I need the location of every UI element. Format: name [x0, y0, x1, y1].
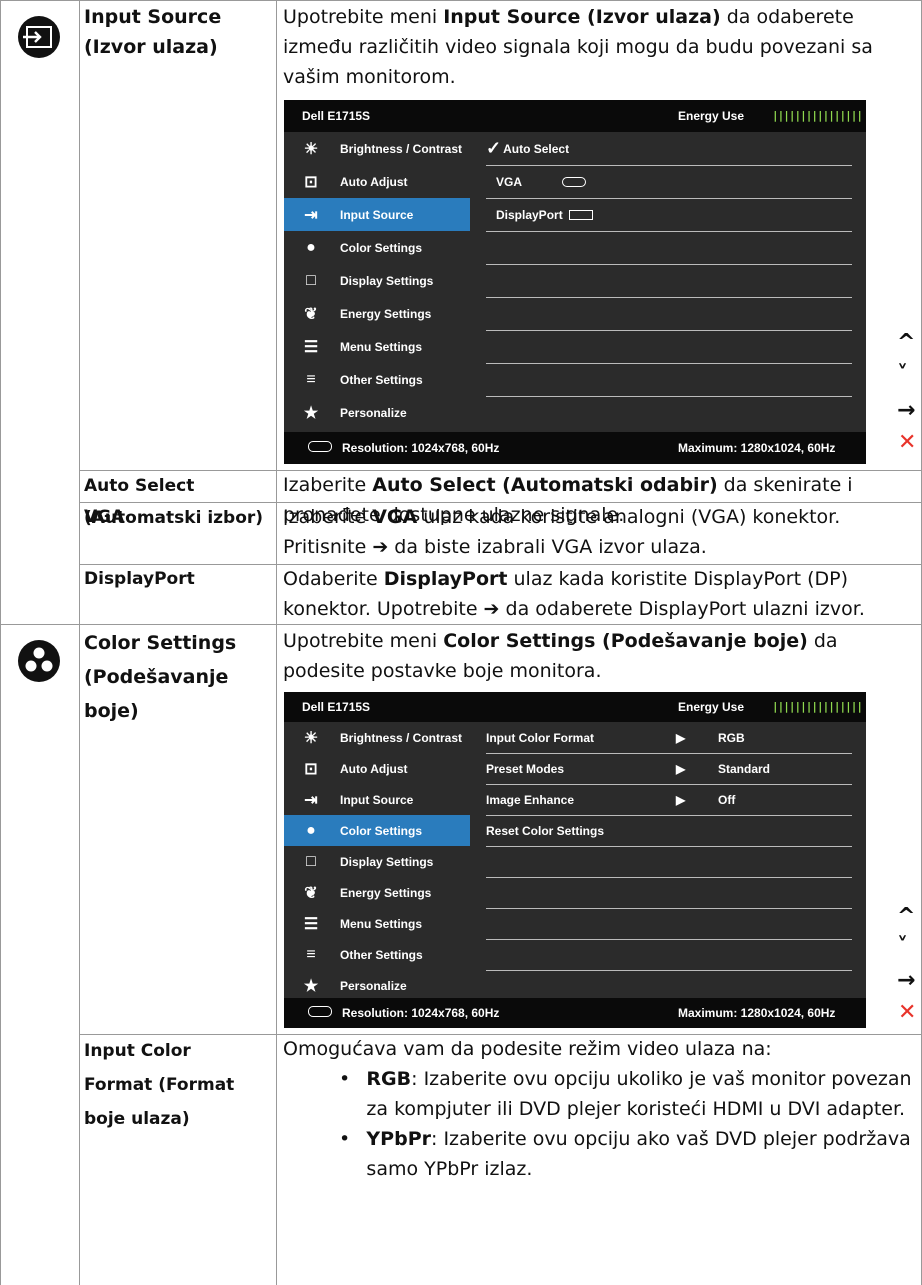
- option-displayport[interactable]: DisplayPort: [486, 198, 852, 232]
- row-preset-modes[interactable]: Preset Modes ▶ Standard: [486, 753, 852, 785]
- vga-icon: [308, 441, 332, 452]
- osd-menu-energy-settings[interactable]: ❦ Energy Settings: [284, 877, 470, 908]
- display-icon: □: [306, 271, 316, 289]
- osd-menu-color-settings[interactable]: ● Color Settings: [284, 231, 470, 264]
- row-image-enhance[interactable]: Image Enhance ▶ Off: [486, 784, 852, 816]
- osd-menu-display-settings[interactable]: □ Display Settings: [284, 846, 470, 877]
- color-dots-icon: ●: [306, 821, 316, 839]
- option-vga[interactable]: VGA: [486, 165, 852, 199]
- maximum-text: Maximum: 1280x1024, 60Hz: [678, 441, 836, 455]
- osd-menu-personalize[interactable]: ★ Personalize: [284, 970, 470, 1001]
- vga-description: Izaberite VGA ulaz kada koristite analog…: [283, 506, 841, 558]
- osd-color-settings: Dell E1715S Energy Use |||||||||||||||| …: [284, 692, 866, 1028]
- menu-icon: ☰: [303, 338, 319, 356]
- caret-icon: ▶: [676, 761, 686, 776]
- osd-model: Dell E1715S: [302, 109, 371, 123]
- osd-menu-other-settings[interactable]: ≡ Other Settings: [284, 939, 470, 970]
- caret-icon: ▶: [676, 730, 686, 745]
- osd-menu-brightness[interactable]: ☀ Brightness / Contrast: [284, 132, 470, 165]
- down-icon[interactable]: ˅: [897, 934, 908, 959]
- osd-menu-brightness[interactable]: ☀ Brightness / Contrast: [284, 722, 470, 753]
- displayport-label: DisplayPort: [84, 569, 195, 589]
- osd-model: Dell E1715S: [302, 700, 371, 714]
- input-source-description: Upotrebite meni Input Source (Izvor ulaz…: [283, 6, 873, 88]
- leaf-icon: ❦: [304, 884, 318, 902]
- resolution-text: Resolution: 1024x768, 60Hz: [342, 1006, 500, 1020]
- row-input-color-format[interactable]: Input Color Format ▶ RGB: [486, 722, 852, 754]
- sliders-icon: ≡: [306, 370, 316, 388]
- osd-menu-display-settings[interactable]: □ Display Settings: [284, 264, 470, 297]
- auto-adjust-icon: ⊡: [304, 760, 318, 778]
- close-icon[interactable]: ✕: [898, 430, 916, 455]
- osd-menu-menu-settings[interactable]: ☰ Menu Settings: [284, 908, 470, 939]
- osd-menu-energy-settings[interactable]: ❦ Energy Settings: [284, 297, 470, 330]
- color-settings-label: Color Settings (Podešavanje boje): [84, 632, 237, 722]
- star-icon: ★: [303, 404, 319, 422]
- right-arrow-icon[interactable]: →: [897, 398, 915, 423]
- osd-menu-input-source[interactable]: ⇥ Input Source: [284, 198, 470, 231]
- color-settings-description: Upotrebite meni Color Settings (Podešava…: [283, 630, 838, 682]
- vga-label: VGA: [84, 507, 125, 527]
- star-icon: ★: [303, 977, 319, 995]
- osd-menu-auto-adjust[interactable]: ⊡ Auto Adjust: [284, 165, 470, 198]
- option-auto-select[interactable]: ✓ Auto Select: [486, 132, 852, 166]
- input-icon: ⇥: [304, 791, 318, 809]
- color-settings-icon: [18, 640, 60, 682]
- color-dots-icon: ●: [306, 238, 316, 256]
- dp-connector-icon: [568, 209, 593, 220]
- osd-input-source: Dell E1715S Energy Use |||||||||||||||| …: [284, 100, 866, 464]
- up-icon[interactable]: ^: [897, 330, 915, 355]
- energy-use-label: Energy Use: [678, 700, 745, 714]
- vga-icon: [308, 1006, 332, 1017]
- check-icon: ✓: [486, 138, 502, 158]
- leaf-icon: ❦: [304, 305, 318, 323]
- brightness-icon: ☀: [303, 140, 319, 158]
- osd-menu-personalize[interactable]: ★ Personalize: [284, 396, 470, 429]
- energy-use-label: Energy Use: [678, 109, 745, 123]
- down-icon[interactable]: ˅: [897, 362, 908, 387]
- input-color-format-label: Input Color Format (Format boje ulaza): [84, 1041, 235, 1129]
- sliders-icon: ≡: [306, 945, 316, 963]
- brightness-icon: ☀: [303, 729, 319, 747]
- row-reset-color-settings[interactable]: Reset Color Settings: [486, 815, 852, 847]
- caret-icon: ▶: [676, 792, 686, 807]
- auto-adjust-icon: ⊡: [304, 173, 318, 191]
- resolution-text: Resolution: 1024x768, 60Hz: [342, 441, 500, 455]
- osd-menu-menu-settings[interactable]: ☰ Menu Settings: [284, 330, 470, 363]
- input-icon: ⇥: [304, 206, 318, 224]
- energy-bar: ||||||||||||||||: [772, 700, 863, 713]
- input-source-label: Input Source (Izvor ulaza): [84, 6, 222, 58]
- osd-menu-color-settings[interactable]: ● Color Settings: [284, 815, 470, 846]
- menu-icon: ☰: [303, 915, 319, 933]
- right-arrow-icon[interactable]: →: [897, 968, 915, 993]
- maximum-text: Maximum: 1280x1024, 60Hz: [678, 1006, 836, 1020]
- osd-menu-input-source[interactable]: ⇥ Input Source: [284, 784, 470, 815]
- close-icon[interactable]: ✕: [898, 1000, 916, 1025]
- osd-menu-other-settings[interactable]: ≡ Other Settings: [284, 363, 470, 396]
- input-source-icon: [18, 16, 60, 58]
- up-icon[interactable]: ^: [897, 904, 915, 929]
- energy-bar: ||||||||||||||||: [772, 109, 863, 122]
- input-color-format-description: Omogućava vam da podesite režim video ul…: [283, 1038, 912, 1180]
- vga-connector-icon: [562, 176, 587, 187]
- osd-menu-auto-adjust[interactable]: ⊡ Auto Adjust: [284, 753, 470, 784]
- display-icon: □: [306, 852, 316, 870]
- displayport-description: Odaberite DisplayPort ulaz kada koristit…: [283, 568, 865, 620]
